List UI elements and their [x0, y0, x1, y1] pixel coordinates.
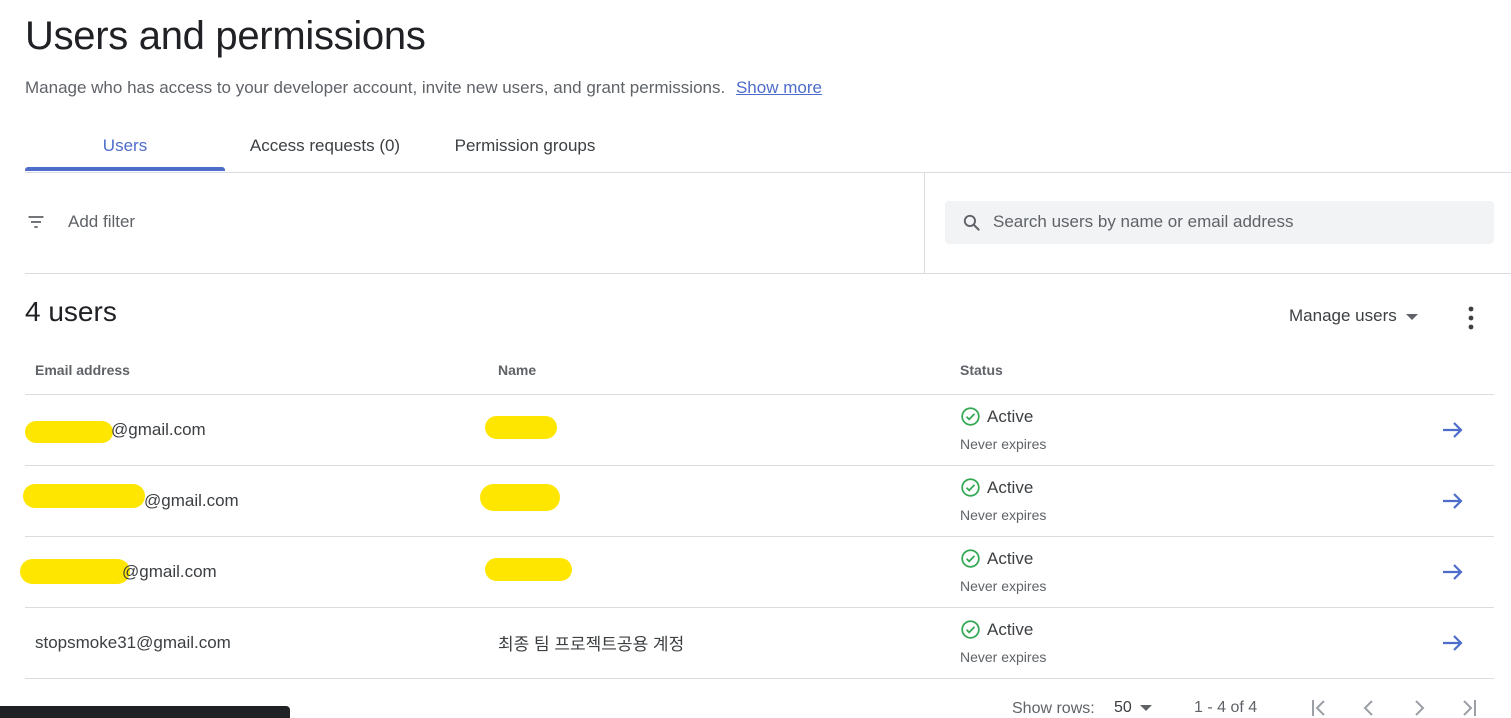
expiry-label: Never expires	[960, 436, 1047, 452]
redacted-name	[485, 416, 557, 439]
check-circle-icon	[961, 407, 980, 426]
search-placeholder: Search users by name or email address	[993, 212, 1294, 231]
more-vert-icon[interactable]	[1463, 305, 1479, 331]
page-title: Users and permissions	[25, 14, 426, 58]
user-email: @gmail.com	[122, 562, 217, 581]
table-row[interactable]: @gmail.com Active Never expires	[23, 466, 1494, 537]
column-header-name[interactable]: Name	[498, 362, 536, 378]
caret-down-icon	[1139, 704, 1152, 711]
first-page-icon[interactable]	[1309, 698, 1329, 718]
user-name: 최종 팀 프로젝트공용 계정	[498, 635, 685, 654]
filter-icon[interactable]	[26, 212, 46, 232]
user-count: 4 users	[25, 296, 117, 327]
arrow-forward-icon[interactable]	[1441, 420, 1465, 440]
tab-permission-groups[interactable]: Permission groups	[435, 136, 615, 172]
arrow-forward-icon[interactable]	[1441, 562, 1465, 582]
arrow-forward-icon[interactable]	[1441, 491, 1465, 511]
check-circle-icon	[961, 478, 980, 497]
rows-per-page-select[interactable]: 50	[1114, 699, 1152, 717]
status-label: Active	[987, 620, 1034, 639]
tab-access-requests[interactable]: Access requests (0)	[230, 136, 420, 172]
description-text: Manage who has access to your developer …	[25, 78, 726, 97]
add-filter-button[interactable]: Add filter	[68, 212, 135, 232]
arrow-forward-icon[interactable]	[1441, 633, 1465, 653]
expiry-label: Never expires	[960, 578, 1047, 594]
active-tab-indicator	[25, 167, 225, 171]
row-divider	[25, 678, 1494, 679]
check-circle-icon	[961, 620, 980, 639]
column-header-email[interactable]: Email address	[35, 362, 130, 378]
redacted-name	[480, 484, 560, 511]
user-email: stopsmoke31@gmail.com	[35, 633, 231, 652]
column-header-status[interactable]: Status	[960, 362, 1003, 378]
status-label: Active	[987, 549, 1034, 568]
redacted-name	[485, 558, 572, 581]
show-rows-label: Show rows:	[1012, 700, 1095, 717]
check-circle-icon	[961, 549, 980, 568]
page-description: Manage who has access to your developer …	[25, 78, 822, 98]
redacted-email	[23, 484, 145, 508]
previous-page-icon[interactable]	[1359, 698, 1379, 718]
last-page-icon[interactable]	[1459, 698, 1479, 718]
status-label: Active	[987, 407, 1034, 426]
redacted-email	[20, 559, 130, 584]
manage-users-label: Manage users	[1289, 306, 1397, 325]
user-email: @gmail.com	[144, 491, 239, 510]
table-row[interactable]: stopsmoke31@gmail.com 최종 팀 프로젝트공용 계정 Act…	[25, 608, 1494, 679]
show-more-link[interactable]: Show more	[736, 78, 822, 97]
rows-per-page-value: 50	[1114, 699, 1132, 716]
filter-bar-divider	[25, 273, 1511, 274]
next-page-icon[interactable]	[1409, 698, 1429, 718]
table-row[interactable]: @gmail.com Active Never expires	[25, 395, 1494, 466]
expiry-label: Never expires	[960, 507, 1047, 523]
expiry-label: Never expires	[960, 649, 1047, 665]
search-icon	[963, 214, 980, 231]
link-status-tooltip	[0, 706, 290, 718]
redacted-email	[25, 421, 113, 443]
status-label: Active	[987, 478, 1034, 497]
page-range: 1 - 4 of 4	[1194, 699, 1258, 716]
table-row[interactable]: @gmail.com Active Never expires	[20, 537, 1494, 608]
user-email: @gmail.com	[111, 420, 206, 439]
manage-users-dropdown[interactable]: Manage users	[1289, 306, 1418, 326]
filter-search-divider	[924, 173, 925, 273]
tabs-divider	[25, 172, 1511, 173]
caret-down-icon	[1405, 313, 1418, 320]
